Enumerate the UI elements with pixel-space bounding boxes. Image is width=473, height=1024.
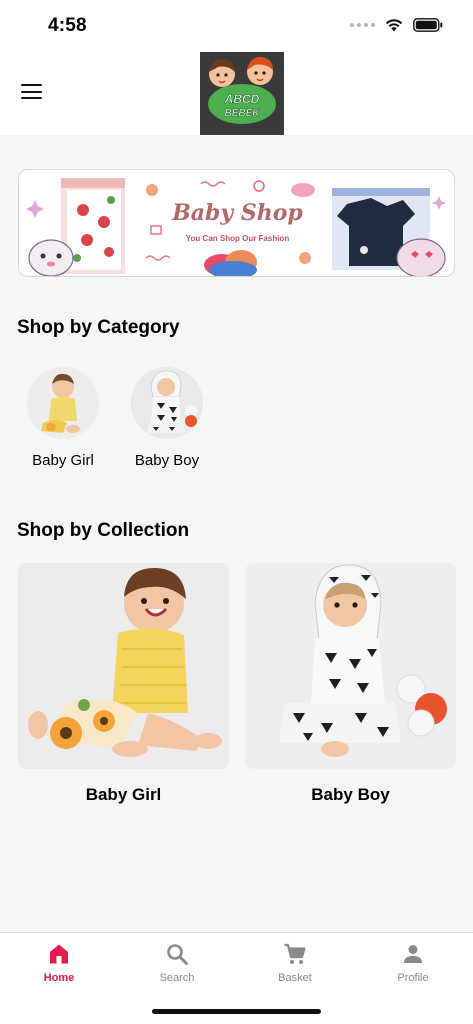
- banner-title: Baby Shop: [172, 200, 303, 226]
- svg-text:ABCD: ABCD: [224, 92, 260, 106]
- tab-basket[interactable]: Basket: [236, 933, 354, 993]
- tab-label: Home: [43, 972, 75, 984]
- home-icon: [50, 944, 68, 964]
- app-header: ABCD BEBEK: [0, 48, 473, 135]
- baby-girl-category-image: [27, 367, 99, 439]
- collection-label: Baby Girl: [85, 785, 162, 804]
- collection-label: Baby Boy: [311, 785, 390, 804]
- tab-home[interactable]: Home: [0, 933, 118, 993]
- search-icon: [167, 944, 188, 965]
- baby-girl-collection-image: [18, 563, 229, 769]
- cellular-signal-icon: [350, 23, 375, 27]
- home-indicator: [152, 1009, 321, 1014]
- tab-label: Search: [159, 972, 195, 984]
- person-icon: [404, 945, 422, 963]
- status-time: 4:58: [48, 15, 87, 36]
- banner-subtitle: You Can Shop Our Fashion: [185, 234, 290, 243]
- category-item-baby-boy[interactable]: Baby Boy: [117, 367, 217, 469]
- baby-boy-category-image: [131, 367, 203, 439]
- brand-logo: ABCD BEBEK: [200, 52, 284, 135]
- tab-label: Profile: [397, 972, 429, 984]
- bottom-tab-bar: Home Search Basket Profile: [0, 932, 473, 1024]
- cart-icon: [284, 943, 306, 964]
- tab-search[interactable]: Search: [118, 933, 236, 993]
- status-bar: 4:58: [0, 0, 473, 48]
- collection-card-baby-girl[interactable]: Baby Girl: [18, 563, 229, 805]
- hamburger-menu-icon[interactable]: [21, 84, 42, 100]
- status-icons: [350, 18, 443, 32]
- svg-text:BEBEK: BEBEK: [224, 108, 260, 119]
- collection-card-baby-boy[interactable]: Baby Boy: [245, 563, 456, 805]
- tab-label: Basket: [278, 972, 312, 984]
- collection-section-title: Shop by Collection: [17, 520, 190, 541]
- tab-profile[interactable]: Profile: [354, 933, 472, 993]
- category-label: Baby Boy: [134, 452, 200, 469]
- category-item-baby-girl[interactable]: Baby Girl: [13, 367, 113, 469]
- category-section-title: Shop by Category: [17, 317, 180, 338]
- category-label: Baby Girl: [32, 452, 94, 469]
- wifi-icon: [385, 19, 403, 32]
- promo-banner[interactable]: Baby Shop You Can Shop Our Fashion: [18, 169, 455, 277]
- battery-icon: [413, 18, 443, 32]
- baby-boy-collection-image: [245, 563, 456, 769]
